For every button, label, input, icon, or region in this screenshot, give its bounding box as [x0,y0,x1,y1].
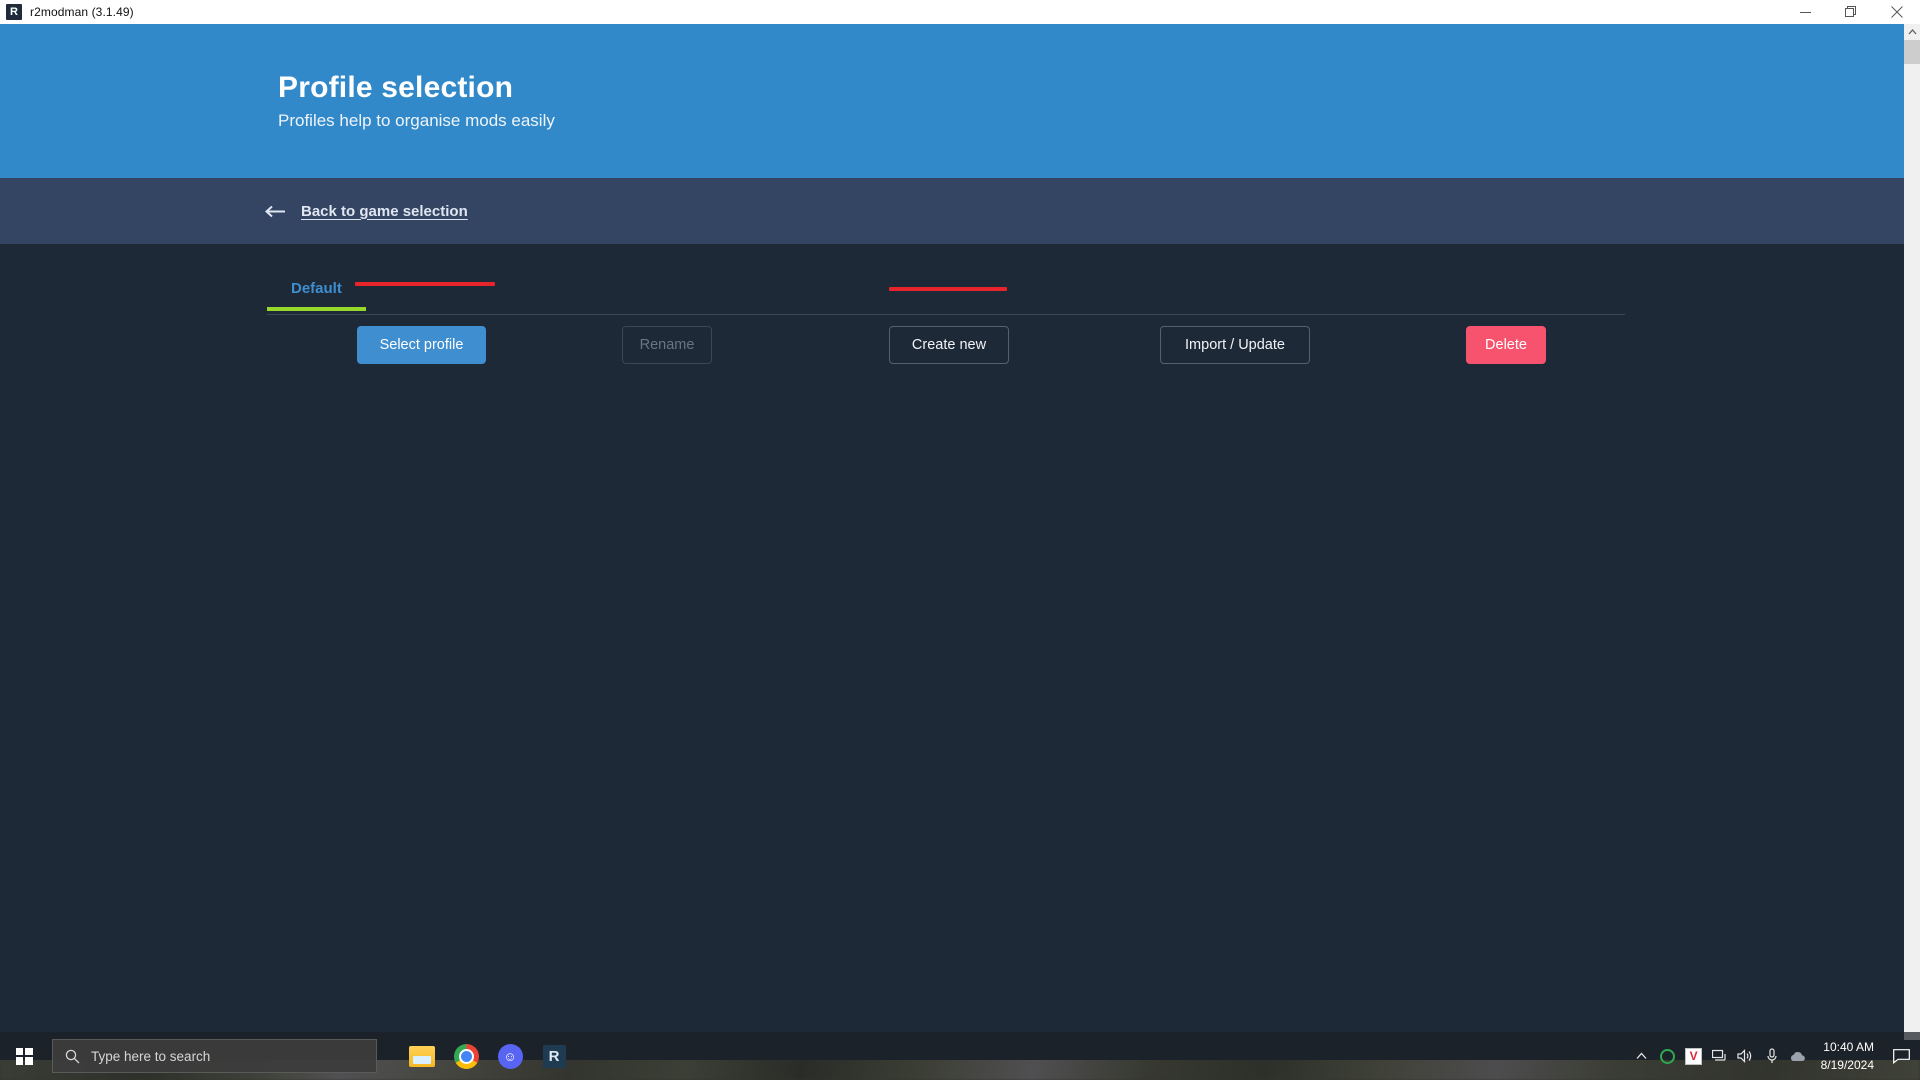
taskbar-clock[interactable]: 10:40 AM 8/19/2024 [1811,1032,1886,1080]
taskbar-item-discord[interactable]: ☺ [491,1036,529,1076]
search-input[interactable]: Type here to search [52,1039,377,1073]
main-content: Default Select profile Rename Create new… [0,244,1920,1060]
notification-icon [1892,1048,1910,1064]
minimize-button[interactable] [1782,0,1828,24]
system-tray: V 10:40 AM 8/19/2024 [1629,1032,1920,1080]
app-icon: R [6,4,22,20]
profile-tabs: Default [267,276,1920,311]
chrome-icon [453,1043,479,1069]
rename-button: Rename [622,326,712,364]
antivirus-tray-icon[interactable] [1655,1032,1681,1080]
restore-icon [1845,6,1856,17]
chevron-up-icon [1636,1052,1647,1059]
annotation-underline-select-profile [355,282,495,286]
clock-date: 8/19/2024 [1820,1058,1874,1072]
page-title: Profile selection [278,70,514,104]
annotation-underline-create-new [889,287,1007,291]
import-update-button[interactable]: Import / Update [1160,326,1310,364]
folder-icon [409,1045,435,1067]
window-titlebar: R r2modman (3.1.49) [0,0,1920,24]
show-hidden-icons-button[interactable] [1629,1032,1655,1080]
chevron-up-icon [1908,29,1916,35]
r2modman-icon: R [542,1044,566,1068]
scrollbar-thumb[interactable] [1904,40,1920,64]
back-to-game-selection-link[interactable]: Back to game selection [265,203,468,220]
v-app-icon: V [1685,1047,1703,1065]
back-link-label: Back to game selection [301,202,468,220]
microphone-icon [1767,1048,1777,1063]
arrow-left-icon [265,205,287,218]
network-tray-icon[interactable] [1707,1032,1733,1080]
tab-default[interactable]: Default [267,276,366,311]
window-scrollbar[interactable] [1904,24,1920,1040]
taskbar-item-r2modman[interactable]: R [535,1036,573,1076]
window-title: r2modman (3.1.49) [30,5,134,19]
page-header: Profile selection Profiles help to organ… [0,24,1920,178]
shield-circle-icon [1660,1048,1676,1064]
window-controls [1782,0,1920,24]
search-icon [65,1049,80,1063]
action-center-button[interactable] [1886,1032,1916,1080]
close-icon [1891,6,1903,18]
taskbar-item-google-chrome[interactable] [447,1036,485,1076]
minimize-icon [1799,11,1811,13]
taskbar-pinned-apps: ☺ R [403,1036,573,1076]
start-button[interactable] [0,1032,48,1080]
scrollbar-up-arrow[interactable] [1904,24,1920,40]
profile-actions-toolbar: Select profile Rename Create new Import … [267,326,1627,370]
tabs-divider [267,314,1625,315]
cloud-icon [1790,1051,1805,1061]
search-placeholder: Type here to search [91,1048,211,1064]
speaker-icon [1737,1049,1752,1063]
back-navigation-bar: Back to game selection [0,178,1920,244]
discord-icon: ☺ [497,1043,523,1069]
restore-button[interactable] [1828,0,1874,24]
delete-button[interactable]: Delete [1466,326,1546,364]
network-icon [1711,1049,1726,1061]
volume-tray-icon[interactable] [1733,1032,1759,1080]
r2modman-window: R r2modman (3.1.49) Profile selection Pr… [0,0,1920,1060]
close-button[interactable] [1874,0,1920,24]
create-new-button[interactable]: Create new [889,326,1009,364]
onedrive-tray-icon[interactable] [1785,1032,1811,1080]
page-subtitle: Profiles help to organise mods easily [278,111,555,131]
select-profile-button[interactable]: Select profile [357,326,486,364]
windows-logo-icon [15,1047,33,1065]
taskbar-item-file-explorer[interactable] [403,1036,441,1076]
microphone-tray-icon[interactable] [1759,1032,1785,1080]
vpn-tray-icon[interactable]: V [1681,1032,1707,1080]
clock-time: 10:40 AM [1823,1040,1874,1054]
windows-taskbar: Type here to search ☺ R V 10:40 AM 8/19/… [0,1032,1920,1080]
